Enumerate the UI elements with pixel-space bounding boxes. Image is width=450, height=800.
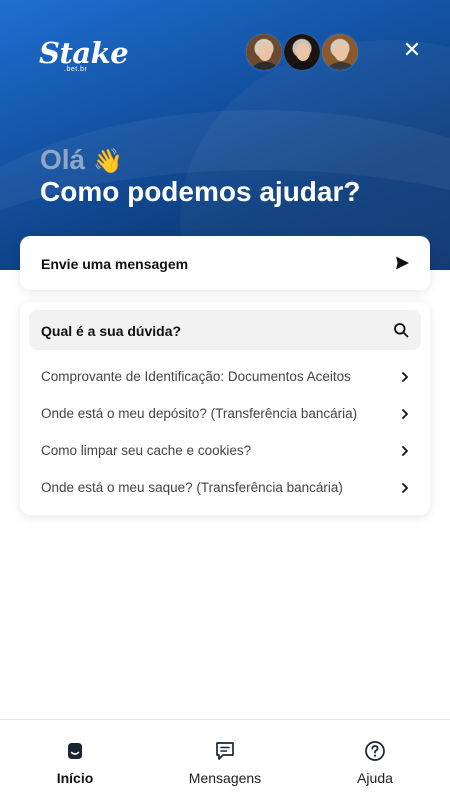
send-icon bbox=[396, 256, 409, 270]
agent-avatar-3 bbox=[320, 32, 360, 72]
help-icon bbox=[365, 741, 385, 761]
article-link[interactable]: Onde está o meu depósito? (Transferência… bbox=[41, 401, 411, 427]
close-icon[interactable]: ✕ bbox=[400, 38, 424, 62]
stake-logo-subtext: .bet.br bbox=[64, 66, 88, 73]
send-message-button[interactable]: Envie uma mensagem bbox=[20, 236, 430, 290]
nav-label-home: Início bbox=[56, 770, 94, 786]
article-link[interactable]: Comprovante de Identificação: Documentos… bbox=[41, 364, 411, 390]
article-link[interactable]: Como limpar seu cache e cookies? bbox=[41, 438, 411, 464]
page-title: Como podemos ajudar? bbox=[40, 176, 361, 207]
wave-emoji-icon: 👋 bbox=[93, 148, 124, 175]
nav-tab-help[interactable]: Ajuda bbox=[300, 720, 450, 800]
nav-label-messages: Mensagens bbox=[188, 770, 262, 786]
article-title: Onde está o meu depósito? (Transferência… bbox=[41, 406, 358, 421]
messages-icon bbox=[216, 742, 234, 760]
greeting: Olá 👋 bbox=[40, 144, 123, 176]
article-title: Como limpar seu cache e cookies? bbox=[41, 443, 252, 458]
header-hero: Stake .bet.br ✕ Olá 👋 Como podemos ajudar… bbox=[0, 0, 450, 270]
nav-tab-home[interactable]: Início bbox=[0, 720, 150, 800]
greeting-text: Olá bbox=[40, 144, 86, 175]
article-title: Comprovante de Identificação: Documentos… bbox=[41, 369, 351, 384]
send-message-label: Envie uma mensagem bbox=[41, 256, 189, 272]
bottom-navigation: Início Mensagens Ajuda bbox=[0, 719, 450, 800]
article-title: Onde está o meu saque? (Transferência ba… bbox=[41, 480, 343, 495]
agent-avatar-1 bbox=[244, 32, 284, 72]
agent-avatars bbox=[244, 32, 360, 72]
nav-label-help: Ajuda bbox=[357, 770, 393, 786]
stake-logo: Stake bbox=[39, 36, 129, 70]
chevron-right-icon bbox=[402, 372, 408, 382]
search-icon bbox=[394, 323, 409, 338]
chevron-right-icon bbox=[402, 446, 408, 456]
search-label: Qual é a sua dúvida? bbox=[41, 323, 182, 339]
chevron-right-icon bbox=[402, 409, 408, 419]
nav-tab-messages[interactable]: Mensagens bbox=[150, 720, 300, 800]
search-help-button[interactable]: Qual é a sua dúvida? bbox=[29, 310, 421, 350]
agent-avatar-2 bbox=[282, 32, 322, 72]
article-link[interactable]: Onde está o meu saque? (Transferência ba… bbox=[41, 475, 411, 501]
help-card: Qual é a sua dúvida? Comprovante de Iden… bbox=[20, 302, 430, 515]
home-icon bbox=[68, 743, 82, 759]
chevron-right-icon bbox=[402, 483, 408, 493]
